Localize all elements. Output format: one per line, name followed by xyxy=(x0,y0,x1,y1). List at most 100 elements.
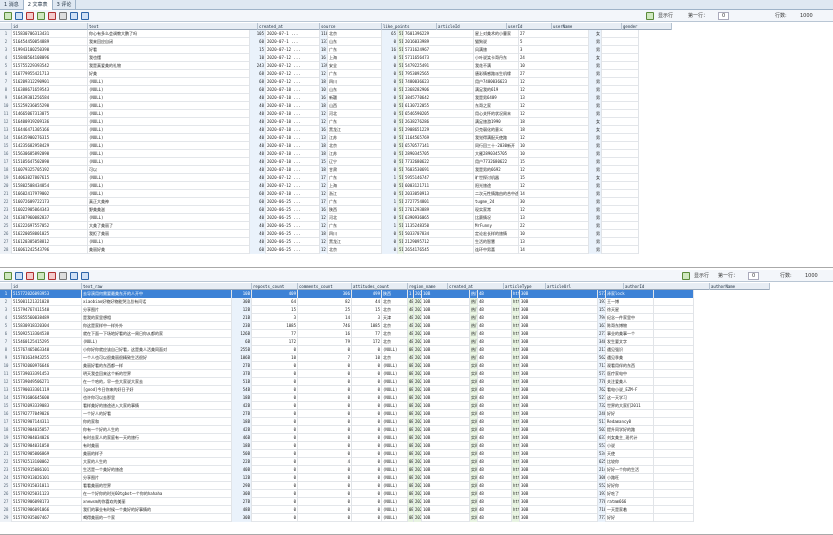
table-cell[interactable] xyxy=(654,426,694,434)
table-cell[interactable]: 山西 xyxy=(328,102,382,110)
table-cell[interactable]: (NULL) xyxy=(382,362,408,370)
table-cell[interactable]: 82 xyxy=(298,298,352,306)
table-cell[interactable]: 12 xyxy=(519,206,589,214)
table-cell[interactable]: 13 xyxy=(0,386,12,394)
table-cell[interactable]: 热门 xyxy=(470,346,478,354)
table-cell[interactable]: 19 xyxy=(0,434,12,442)
table-cell[interactable]: 4B xyxy=(478,498,512,506)
table-cell[interactable]: 2908651229 xyxy=(404,126,474,134)
table-cell[interactable]: 27 xyxy=(0,238,12,246)
table-cell[interactable]: 2020-07-10 ... xyxy=(414,442,422,450)
table-cell[interactable]: 北京 xyxy=(382,298,408,306)
table-cell[interactable]: 1 xyxy=(382,198,398,206)
table-cell[interactable]: 11 xyxy=(0,110,12,118)
table-cell[interactable]: 172 xyxy=(252,338,298,346)
table-cell[interactable]: 0 xyxy=(352,434,382,442)
table-cell[interactable]: 30B xyxy=(520,474,598,482)
table-cell[interactable]: 实时 xyxy=(470,386,478,394)
table-cell[interactable]: 30B xyxy=(520,410,598,418)
table-cell[interactable]: 4B xyxy=(478,378,512,386)
table-cell[interactable]: 10B xyxy=(422,466,470,474)
table-cell[interactable]: 18 xyxy=(519,118,589,126)
table-cell[interactable]: 18 xyxy=(320,46,328,54)
table-cell[interactable]: https://weibo.com/7624424557/ xyxy=(512,386,520,394)
table-cell[interactable]: 10 xyxy=(320,86,328,94)
table-cell[interactable]: 0 xyxy=(352,458,382,466)
table-cell[interactable]: 2020-07-10 ... xyxy=(266,110,320,118)
table-cell[interactable] xyxy=(654,434,694,442)
table-cell[interactable]: (NULL) xyxy=(88,110,250,118)
table-cell[interactable]: 0 xyxy=(298,482,352,490)
table-cell[interactable]: 一个好人的好看 xyxy=(82,410,232,418)
table-cell[interactable]: 2020-07-12 ... xyxy=(266,46,320,54)
table-cell[interactable]: 男 xyxy=(589,206,602,214)
table-cell[interactable]: 1575032953 xyxy=(598,306,606,314)
table-cell[interactable]: 2020-07-12 ... xyxy=(266,54,320,62)
table-cell[interactable]: 0 xyxy=(298,466,352,474)
column-header[interactable]: comments_count xyxy=(298,283,352,290)
table-cell[interactable]: 10B xyxy=(422,346,470,354)
table-cell[interactable]: 5526033504 xyxy=(598,482,606,490)
table-cell[interactable]: 30B xyxy=(520,482,598,490)
table-row[interactable]: 12 516400919209136 (NULL) 40 2020-07-10 ... 1… xyxy=(0,118,639,126)
table-cell[interactable]: 辽宁 xyxy=(328,158,382,166)
table-cell[interactable]: 30B xyxy=(520,362,598,370)
table-cell[interactable]: 实时 xyxy=(470,362,478,370)
table-cell[interactable]: (NULL) xyxy=(88,78,250,86)
table-cell[interactable]: 泽家lock xyxy=(606,290,654,298)
table-cell[interactable]: 4B xyxy=(478,506,512,514)
table-cell[interactable]: 5737110431 xyxy=(598,370,606,378)
table-cell[interactable]: 0 xyxy=(352,410,382,418)
table-cell[interactable]: 30B xyxy=(520,450,598,458)
table-cell[interactable]: 定论宏长样的旅情 xyxy=(474,230,519,238)
table-cell[interactable]: 12 xyxy=(519,102,589,110)
column-header[interactable]: userId xyxy=(507,23,552,30)
table-cell[interactable]: 3 xyxy=(519,46,589,54)
table-row[interactable]: 23 515792915086101 生活是一个美好的旅途 40B 0 0 0 (NULL) 0… xyxy=(0,466,694,474)
table-cell[interactable]: 在一个哈的，早一些大家说大家去 xyxy=(82,378,232,386)
table-cell[interactable]: 比较你 xyxy=(606,458,654,466)
table-cell[interactable]: (NULL) xyxy=(382,514,408,522)
table-cell[interactable]: 515830706313431 xyxy=(12,30,88,38)
refresh-icon[interactable] xyxy=(4,12,12,20)
table-cell[interactable] xyxy=(654,458,694,466)
table-cell[interactable]: 真正大美神 xyxy=(88,198,250,206)
table-cell[interactable]: 26 xyxy=(0,230,12,238)
table-cell[interactable]: 6130722055 xyxy=(404,102,474,110)
table-cell[interactable]: Redamancy0 xyxy=(606,418,654,426)
delete-row-icon[interactable] xyxy=(26,12,34,20)
table-cell[interactable]: (NULL) xyxy=(382,490,408,498)
table-cell[interactable]: 天使 xyxy=(606,450,654,458)
table-cell[interactable]: 0 xyxy=(382,102,398,110)
table-cell[interactable]: 你这是家样中一样外外 xyxy=(82,322,232,330)
table-cell[interactable]: 5711656473 xyxy=(404,54,474,62)
table-cell[interactable]: 0 xyxy=(252,410,298,418)
table-cell[interactable]: 0 xyxy=(382,206,398,214)
table-cell[interactable]: 北京 xyxy=(382,354,408,362)
table-cell[interactable]: 北京 xyxy=(382,338,408,346)
table-cell[interactable]: 515792060976646 xyxy=(12,362,82,370)
first-row-input[interactable]: 0 xyxy=(748,272,760,280)
table-cell[interactable]: 40 xyxy=(250,134,266,142)
table-cell[interactable]: 东哥之家 xyxy=(474,102,519,110)
table-cell[interactable]: 0 xyxy=(252,506,298,514)
table-cell[interactable]: 小叶说笑卡哥丹东 xyxy=(474,54,519,62)
table-cell[interactable]: 516061242543796 xyxy=(12,246,88,254)
table-cell[interactable]: 遇见季美 xyxy=(606,354,654,362)
table-cell[interactable]: 25 xyxy=(0,222,12,230)
table-row[interactable]: 2 515001121321028 xiaobiao好物好物能哭泣总有问话 30B 64… xyxy=(0,298,694,306)
table-cell[interactable] xyxy=(654,386,694,394)
table-cell[interactable]: 10B xyxy=(422,314,470,322)
table-cell[interactable]: 2020-07-09 ... xyxy=(414,314,422,322)
table-cell[interactable]: 64 xyxy=(252,298,298,306)
table-cell[interactable]: (NULL) xyxy=(88,238,250,246)
table-cell[interactable]: 5731624967 xyxy=(404,46,474,54)
column-header[interactable]: authorName xyxy=(710,283,770,290)
table-cell[interactable]: 徐天星 xyxy=(606,306,654,314)
table-cell[interactable] xyxy=(654,474,694,482)
table-cell[interactable]: 30B xyxy=(520,514,598,522)
table-cell[interactable]: 热门 xyxy=(470,290,478,298)
table-cell[interactable]: 10B xyxy=(422,298,470,306)
cancel-icon[interactable] xyxy=(48,12,56,20)
table-cell[interactable]: 你心有多么会调教大鹏了吗 xyxy=(88,30,250,38)
